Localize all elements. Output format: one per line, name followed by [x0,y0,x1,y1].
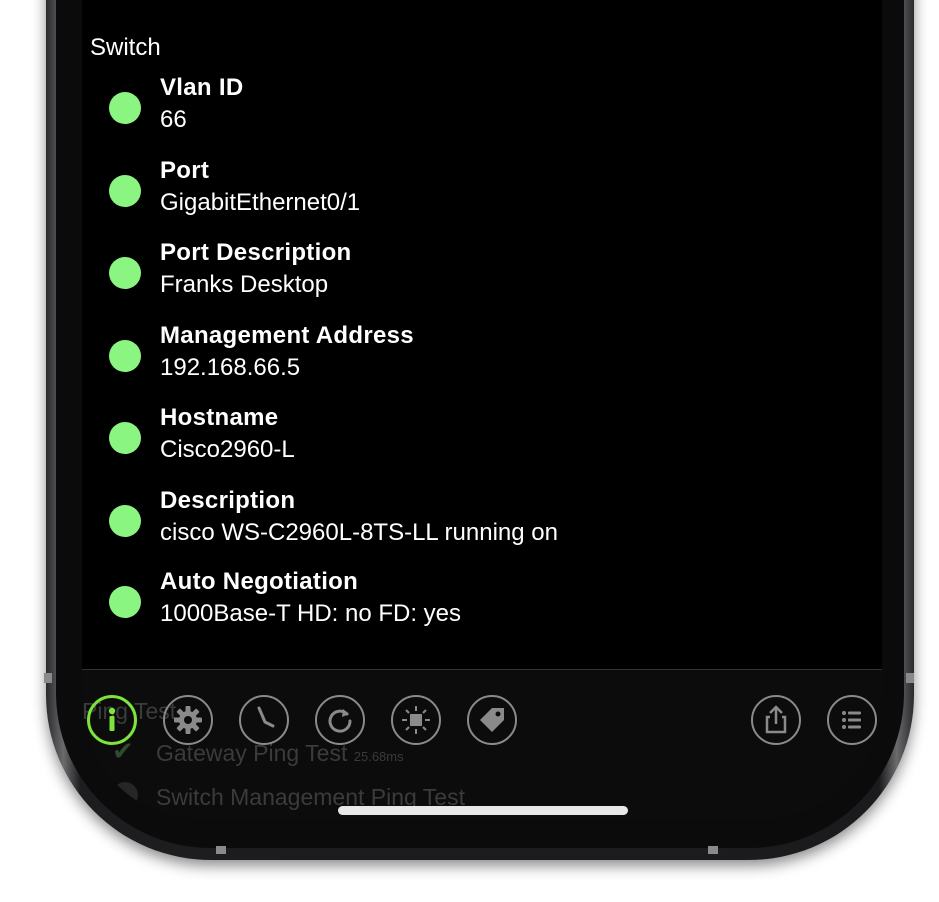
tab-tags[interactable] [467,695,517,745]
antenna-band-right [906,673,914,683]
background-list: Ping Test ✔ Gateway Ping Test 25.68ms Sw… [82,670,882,820]
info-icon [108,707,116,731]
item-label: Port [160,157,210,184]
tab-hardware[interactable] [391,695,441,745]
status-dot-icon [109,586,141,618]
status-dot-icon [109,92,141,124]
list-item-auto-negotiation: Auto Negotiation 1000Base-T HD: no FD: y… [82,568,882,638]
clock-icon [257,706,275,728]
phone-screen: Switch Vlan ID 66 Port GigabitEthernet0/… [82,0,882,820]
tab-info[interactable] [87,695,137,745]
chip-icon [402,706,430,734]
status-dot-icon [109,257,141,289]
antenna-band-bottom-right [708,846,718,854]
tab-share[interactable] [751,695,801,745]
item-value: cisco WS-C2960L-8TS-LL running on [160,519,558,546]
item-label: Port Description [160,239,352,266]
status-dot-icon [109,422,141,454]
item-label: Hostname [160,404,279,431]
item-value: GigabitEthernet0/1 [160,189,361,216]
list-item-port: Port GigabitEthernet0/1 [82,157,882,227]
pending-circle-icon [112,782,138,808]
list-item-port-description: Port Description Franks Desktop [82,239,882,309]
tab-refresh[interactable] [315,695,365,745]
tab-settings[interactable] [163,695,213,745]
item-value: 66 [160,106,187,133]
antenna-band-left [44,673,52,683]
tab-history[interactable] [239,695,289,745]
item-label: Description [160,487,296,514]
tab-bar: Ping Test ✔ Gateway Ping Test 25.68ms Sw… [82,669,882,820]
list-item-description: Description cisco WS-C2960L-8TS-LL runni… [82,487,882,557]
status-dot-icon [109,175,141,207]
item-value: Cisco2960-L [160,436,295,463]
gear-icon [174,706,202,734]
background-item-detail: 25.68ms [353,749,404,764]
item-label: Management Address [160,322,414,349]
item-value: 192.168.66.5 [160,354,301,381]
antenna-band-bottom-left [216,846,226,854]
tag-icon [480,708,504,732]
list-icon [842,711,861,729]
item-label: Auto Negotiation [160,568,359,595]
list-item-hostname: Hostname Cisco2960-L [82,404,882,474]
share-icon [765,705,787,734]
section-title: Switch [90,34,161,61]
item-value: 1000Base-T HD: no FD: yes [160,600,462,627]
list-item-management-address: Management Address 192.168.66.5 [82,322,882,392]
list-item-vlan-id: Vlan ID 66 [82,74,882,144]
home-indicator[interactable] [338,806,628,815]
status-dot-icon [109,505,141,537]
item-value: Franks Desktop [160,271,329,298]
item-label: Vlan ID [160,74,244,101]
status-dot-icon [109,340,141,372]
tab-list[interactable] [827,695,877,745]
refresh-icon [328,709,352,733]
